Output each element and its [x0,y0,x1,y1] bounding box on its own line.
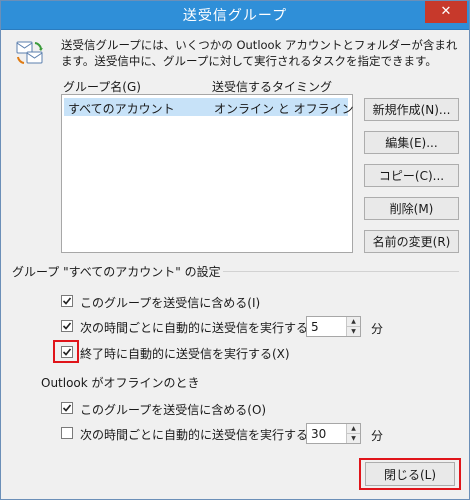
checkmark-icon [62,322,72,330]
window-close-button[interactable]: ✕ [425,1,467,23]
spinner-down-icon[interactable]: ▼ [346,434,360,443]
online-section-divider [223,271,459,272]
column-header-group-name: グループ名(G) [63,80,141,94]
online-settings-title: グループ "すべてのアカウント" の設定 [12,265,221,279]
on-exit-label: 終了時に自動的に送受信を実行する(X) [80,347,290,361]
offline-include-checkbox[interactable] [61,402,73,414]
delete-group-button[interactable]: 削除(M) [364,197,459,220]
spinner-up-icon[interactable]: ▲ [346,317,360,327]
highlight-on-exit-checkbox [53,340,79,363]
offline-settings-title: Outlook がオフラインのとき [41,376,200,390]
group-row-all-accounts[interactable]: すべてのアカウント オンライン と オフライン [64,98,354,116]
offline-schedule-label: 次の時間ごとに自動的に送受信を実行する(Y) [80,428,325,442]
online-schedule-label: 次の時間ごとに自動的に送受信を実行する(V) [80,321,326,335]
column-header-timing: 送受信するタイミング [212,80,333,94]
dialog-description: 送受信グループには、いくつかの Outlook アカウントとフォルダーが含まれま… [61,38,458,68]
offline-schedule-checkbox[interactable] [61,427,73,439]
offline-include-label: このグループを送受信に含める(O) [80,403,267,417]
online-interval-value[interactable]: 5 [311,320,319,334]
rename-group-button[interactable]: 名前の変更(R) [364,230,459,253]
checkmark-icon [62,297,72,305]
title-bar: 送受信グループ ✕ [1,1,469,30]
window-title: 送受信グループ [182,8,288,24]
new-group-button[interactable]: 新規作成(N)... [364,98,459,121]
offline-interval-unit: 分 [371,429,384,443]
offline-interval-value[interactable]: 30 [311,427,326,441]
edit-group-button[interactable]: 編集(E)... [364,131,459,154]
copy-group-button[interactable]: コピー(C)... [364,164,459,187]
online-include-label: このグループを送受信に含める(I) [80,296,261,310]
checkmark-icon [62,404,72,412]
send-receive-icon [16,41,43,64]
online-interval-spinner[interactable]: 5 ▲ ▼ [306,316,361,337]
offline-interval-spinner[interactable]: 30 ▲ ▼ [306,423,361,444]
online-interval-unit: 分 [371,322,384,336]
send-receive-groups-dialog: 送受信グループ ✕ 送受信グループには、いくつかの Outlook アカウントと… [0,0,470,500]
online-include-checkbox[interactable] [61,295,73,307]
group-list[interactable]: すべてのアカウント オンライン と オフライン [61,94,354,253]
group-timing-cell: オンライン と オフライン [214,102,354,116]
group-name-cell: すべてのアカウント [68,102,175,116]
spinner-down-icon[interactable]: ▼ [346,327,360,336]
spinner-up-icon[interactable]: ▲ [346,424,360,434]
online-schedule-checkbox[interactable] [61,320,73,332]
highlight-close-button [359,458,461,490]
